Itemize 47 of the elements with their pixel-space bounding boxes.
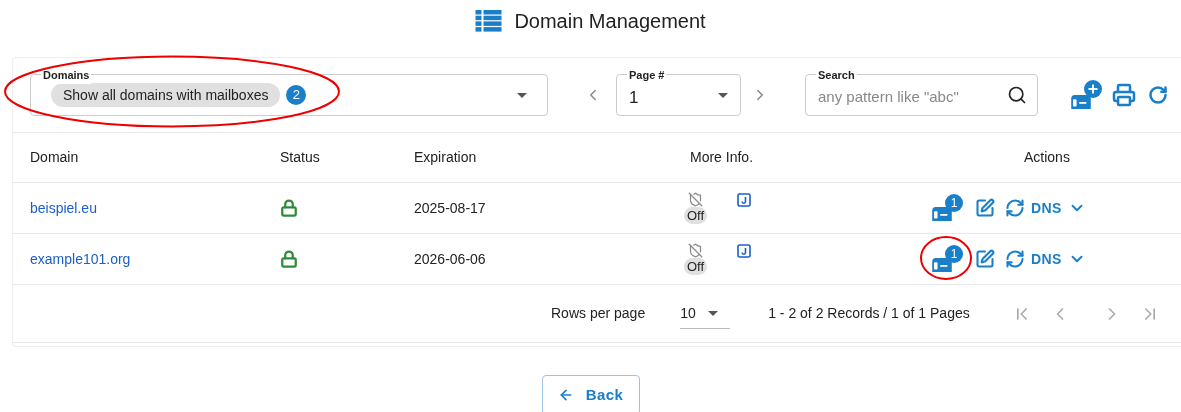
back-button[interactable]: Back	[541, 375, 640, 412]
edit-icon[interactable]	[975, 198, 995, 218]
count-badge: 2	[286, 85, 307, 105]
dns-button[interactable]: DNS	[1005, 197, 1086, 219]
dropdown-caret-icon	[718, 92, 728, 98]
add-mailbox-button[interactable]	[1070, 80, 1102, 110]
j-file-icon[interactable]	[737, 193, 752, 207]
expiration-date: 2026-06-06	[414, 249, 487, 269]
column-header: Status	[280, 148, 321, 167]
dropdown-caret-icon	[517, 92, 527, 98]
search-icon[interactable]	[1007, 85, 1027, 105]
sync-icon	[1005, 249, 1025, 269]
records-summary: 1 - 2 of 2 Records / 1 of 1 Pages	[768, 304, 970, 323]
lock-icon	[280, 199, 298, 217]
search-input[interactable]: any pattern like "abc"	[818, 85, 993, 109]
mailbox-icon	[1070, 94, 1092, 110]
sync-icon	[1005, 198, 1025, 218]
filter-chip[interactable]: Show all domains with mailboxes	[51, 83, 281, 107]
lock-icon	[280, 250, 298, 268]
column-header: More Info.	[690, 148, 755, 167]
plus-badge-icon	[1084, 80, 1102, 98]
count-badge: 1	[945, 245, 963, 263]
j-file-icon[interactable]	[737, 244, 752, 258]
dns-button[interactable]: DNS	[1005, 248, 1086, 270]
shield-off-icon	[688, 192, 704, 207]
column-header: Domain	[30, 148, 80, 167]
dropdown-caret-icon	[707, 310, 718, 316]
count-badge: 1	[945, 194, 963, 212]
mailbox-icon	[931, 257, 953, 273]
status-chip: Off	[684, 258, 708, 275]
domain-link[interactable]: beispiel.eu	[30, 197, 97, 219]
refresh-icon[interactable]	[1148, 85, 1168, 105]
expiration-date: 2025-08-17	[414, 198, 487, 218]
page-value: 1	[629, 87, 639, 110]
edit-icon[interactable]	[975, 249, 995, 269]
rows-per-page-label: Rows per page	[551, 304, 646, 323]
shield-off-icon	[688, 243, 704, 258]
rows-per-page-select[interactable]: 10	[680, 298, 731, 329]
mailbox-button[interactable]: 1	[931, 194, 963, 222]
column-header: Expiration	[414, 148, 478, 167]
mailbox-icon	[931, 206, 953, 222]
domain-link[interactable]: example101.org	[30, 248, 131, 270]
list-icon	[475, 10, 503, 32]
print-icon[interactable]	[1112, 83, 1136, 107]
column-header: Actions	[1024, 148, 1071, 167]
page-title: Domain Management	[514, 9, 706, 34]
status-chip: Off	[684, 207, 708, 224]
